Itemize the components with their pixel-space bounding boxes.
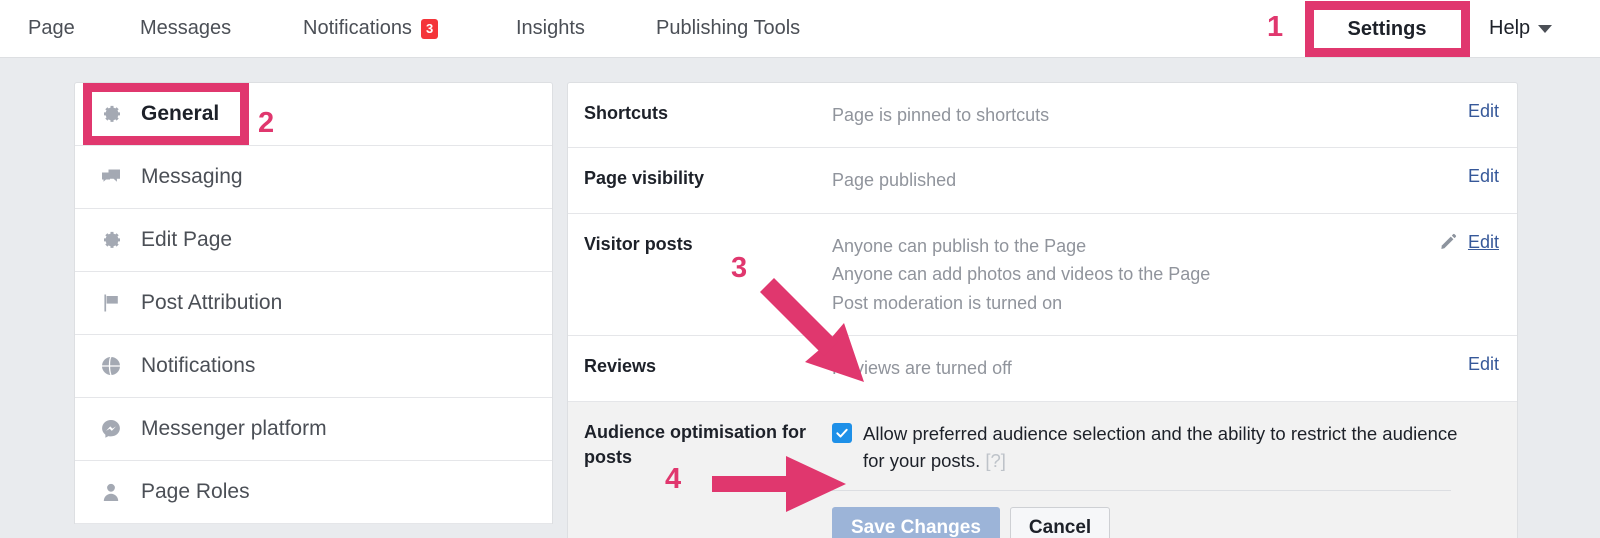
nav-tab-page-label: Page <box>28 17 75 39</box>
row-value: Page is pinned to shortcuts <box>832 101 1397 129</box>
row-value-line: Anyone can add photos and videos to the … <box>832 264 1211 285</box>
speech-bubbles-icon <box>99 164 129 190</box>
row-label: Shortcuts <box>584 103 669 123</box>
settings-row-shortcuts: Shortcuts Page is pinned to shortcuts Ed… <box>568 83 1517 149</box>
sidebar-item-messenger-platform-label: Messenger platform <box>141 417 327 440</box>
notifications-count-badge: 3 <box>420 18 439 39</box>
edit-link-visitor-posts[interactable]: Edit <box>1468 232 1499 253</box>
row-action: Edit <box>1397 354 1517 382</box>
nav-tab-publishing-tools-label: Publishing Tools <box>656 17 801 39</box>
settings-row-page-visibility: Page visibility Page published Edit <box>568 148 1517 214</box>
nav-tab-publishing-tools[interactable]: Publishing Tools <box>656 0 800 57</box>
sidebar-item-edit-page-label: Edit Page <box>141 228 233 251</box>
globe-icon <box>99 353 129 379</box>
sidebar-item-general-label: General <box>141 102 220 125</box>
form-action-bar: Save Changes Cancel <box>832 491 1499 538</box>
nav-tab-insights[interactable]: Insights <box>516 0 585 57</box>
general-settings-panel: Shortcuts Page is pinned to shortcuts Ed… <box>567 82 1518 538</box>
facebook-page-settings-screenshot: Page Messages Notifications 3 Insights P… <box>0 0 1600 538</box>
nav-tab-insights-label: Insights <box>516 17 585 39</box>
pencil-icon <box>1439 232 1458 251</box>
row-label: Visitor posts <box>584 233 693 254</box>
audience-optimisation-label: Allow preferred audience selection and t… <box>863 420 1463 475</box>
row-label: Audience optimisation for posts <box>584 421 807 468</box>
nav-tab-notifications-label: Notifications <box>303 17 412 39</box>
settings-sidebar: General Messaging Edit Page Post Attribu… <box>74 82 553 524</box>
row-value: Page published <box>832 166 1397 194</box>
row-action: Edit <box>1397 166 1517 194</box>
nav-tab-messages-label: Messages <box>140 17 232 39</box>
row-action: Edit <box>1397 101 1517 129</box>
sidebar-item-notifications[interactable]: Notifications <box>75 335 552 398</box>
nav-tab-messages[interactable]: Messages <box>140 0 231 57</box>
sidebar-item-messaging-label: Messaging <box>141 165 243 188</box>
save-changes-button[interactable]: Save Changes <box>832 507 1000 538</box>
row-value: Reviews are turned off <box>832 354 1397 382</box>
help-menu-label: Help <box>1489 17 1531 39</box>
edit-link-reviews[interactable]: Edit <box>1468 354 1499 375</box>
nav-tab-settings[interactable]: Settings <box>1313 6 1461 52</box>
person-icon <box>99 479 129 505</box>
sidebar-item-general[interactable]: General <box>75 83 552 146</box>
row-value: Anyone can publish to the Page Anyone ca… <box>832 232 1397 317</box>
nav-tab-settings-label: Settings <box>1347 17 1427 40</box>
sidebar-item-page-roles-label: Page Roles <box>141 480 250 503</box>
sidebar-item-page-roles[interactable]: Page Roles <box>75 461 552 524</box>
row-value-line: Page is pinned to shortcuts <box>832 105 1050 125</box>
row-action: Edit <box>1397 232 1517 317</box>
audience-checkbox-row: Allow preferred audience selection and t… <box>832 420 1499 475</box>
messenger-icon <box>99 416 129 442</box>
cancel-button[interactable]: Cancel <box>1009 507 1111 538</box>
nav-tab-notifications[interactable]: Notifications 3 <box>303 0 439 57</box>
audience-optimisation-content: Allow preferred audience selection and t… <box>832 420 1517 538</box>
row-value-line: Reviews are turned off <box>832 358 1012 379</box>
sidebar-item-notifications-label: Notifications <box>141 354 256 377</box>
row-value-line: Anyone can publish to the Page <box>832 235 1087 256</box>
sidebar-item-edit-page[interactable]: Edit Page <box>75 209 552 272</box>
gear-icon <box>99 227 129 253</box>
nav-tab-page[interactable]: Page <box>28 0 75 57</box>
audience-optimisation-checkbox[interactable] <box>832 422 852 443</box>
flag-icon <box>99 290 129 316</box>
edit-link-page-visibility[interactable]: Edit <box>1468 166 1499 187</box>
settings-row-visitor-posts: Visitor posts Anyone can publish to the … <box>568 214 1517 337</box>
sidebar-item-post-attribution[interactable]: Post Attribution <box>75 272 552 335</box>
help-marker-icon[interactable]: [?] <box>985 450 1006 471</box>
sidebar-item-messenger-platform[interactable]: Messenger platform <box>75 398 552 461</box>
row-value-line: Post moderation is turned on <box>832 292 1063 313</box>
top-navigation-bar: Page Messages Notifications 3 Insights P… <box>0 0 1600 58</box>
settings-row-reviews: Reviews Reviews are turned off Edit <box>568 336 1517 402</box>
chevron-down-icon <box>1538 24 1553 33</box>
gear-icon <box>99 101 129 127</box>
sidebar-item-messaging[interactable]: Messaging <box>75 146 552 209</box>
audience-optimisation-text: Allow preferred audience selection and t… <box>863 422 1458 471</box>
row-value-line: Page published <box>832 170 957 191</box>
help-menu[interactable]: Help <box>1489 0 1553 57</box>
row-label: Reviews <box>584 356 657 377</box>
sidebar-item-post-attribution-label: Post Attribution <box>141 291 283 314</box>
edit-link-shortcuts[interactable]: Edit <box>1468 101 1499 122</box>
settings-row-audience-optimisation: Audience optimisation for posts Allow pr… <box>568 401 1517 538</box>
row-label: Page visibility <box>584 168 705 189</box>
